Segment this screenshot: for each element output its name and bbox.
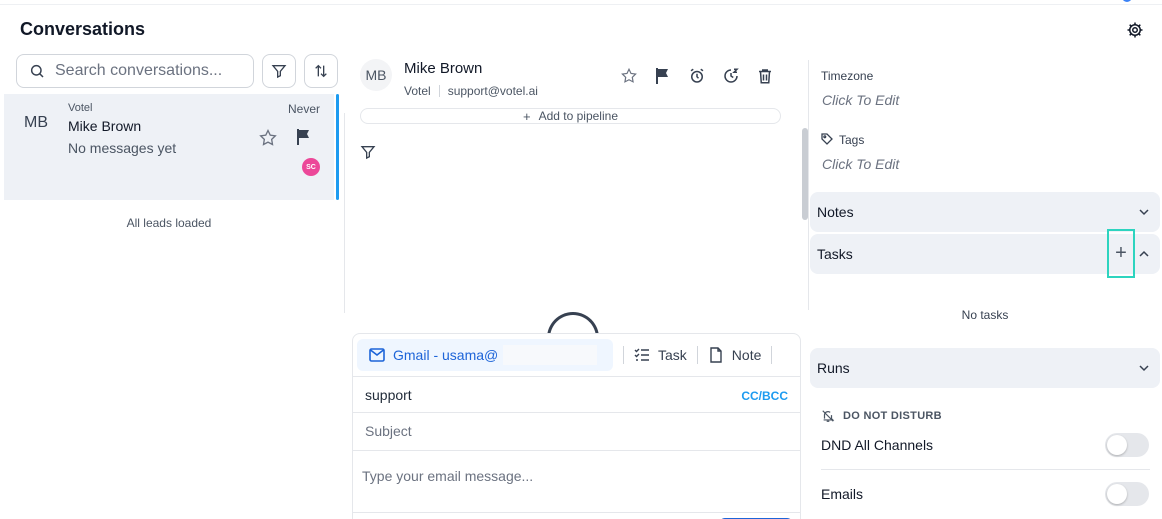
timezone-label: Timezone bbox=[821, 69, 874, 83]
contact-avatar: MB bbox=[360, 59, 392, 91]
no-tasks-text: No tasks bbox=[961, 308, 1009, 322]
tab-task[interactable]: Task bbox=[634, 347, 687, 363]
section-runs-label: Runs bbox=[817, 360, 850, 376]
bell-off-icon bbox=[822, 410, 835, 422]
add-to-pipeline-button[interactable]: + Add to pipeline bbox=[360, 108, 781, 124]
section-notes[interactable]: Notes bbox=[810, 192, 1160, 232]
plus-icon: + bbox=[523, 108, 531, 124]
row-divider bbox=[821, 469, 1150, 470]
search-icon bbox=[30, 64, 44, 78]
note-icon bbox=[710, 347, 722, 363]
conversation-name: Mike Brown bbox=[68, 118, 142, 134]
column-divider bbox=[344, 113, 345, 313]
message-composer: Gmail - usama@ Task Note support CC/BCC bbox=[352, 333, 801, 519]
conversation-time: Never bbox=[287, 102, 320, 116]
composer-tabs: Gmail - usama@ Task Note bbox=[357, 339, 782, 371]
tags-value[interactable]: Click To Edit bbox=[822, 156, 899, 172]
snooze-icon[interactable] bbox=[721, 66, 741, 86]
tab-gmail-label: Gmail - usama@ bbox=[393, 347, 499, 363]
assignee-badge: SC bbox=[302, 158, 320, 176]
toggle-knob bbox=[1107, 435, 1127, 455]
tags-label: Tags bbox=[839, 133, 865, 147]
message-input[interactable] bbox=[362, 468, 782, 484]
filter-button[interactable] bbox=[262, 54, 296, 88]
conversation-item[interactable]: MB Votel Mike Brown No messages yet Neve… bbox=[4, 94, 339, 200]
cc-bcc-link[interactable]: CC/BCC bbox=[741, 389, 788, 403]
task-list-icon bbox=[634, 348, 649, 361]
section-notes-label: Notes bbox=[817, 204, 854, 220]
redacted-email bbox=[503, 345, 597, 365]
add-task-button[interactable]: + bbox=[1107, 229, 1135, 278]
separator bbox=[438, 85, 440, 97]
flag-icon[interactable] bbox=[653, 66, 673, 86]
separator bbox=[771, 346, 773, 364]
chevron-down-icon bbox=[1139, 209, 1149, 216]
dnd-all-channels-label: DND All Channels bbox=[821, 437, 934, 453]
tag-icon bbox=[821, 133, 833, 145]
chevron-down-icon bbox=[1139, 365, 1149, 372]
star-icon[interactable] bbox=[258, 128, 278, 148]
dnd-emails-toggle[interactable] bbox=[1105, 482, 1149, 506]
subject-row bbox=[353, 412, 800, 450]
list-footer: All leads loaded bbox=[126, 216, 212, 230]
conversation-preview: No messages yet bbox=[68, 140, 177, 156]
timezone-value[interactable]: Click To Edit bbox=[822, 92, 899, 108]
composer-footer bbox=[353, 512, 800, 519]
search-input[interactable] bbox=[55, 62, 255, 80]
separator bbox=[623, 346, 624, 364]
alarm-clock-icon[interactable] bbox=[687, 66, 707, 86]
contact-email: support@votel.ai bbox=[447, 84, 538, 98]
contact-meta: Votel support@votel.ai bbox=[404, 84, 538, 98]
dnd-emails-label: Emails bbox=[821, 486, 864, 502]
to-field[interactable]: support CC/BCC bbox=[353, 376, 800, 412]
filter-icon bbox=[271, 65, 287, 79]
contact-name: Mike Brown bbox=[404, 60, 483, 77]
mail-icon bbox=[369, 348, 385, 362]
dnd-all-channels-toggle[interactable] bbox=[1105, 433, 1149, 457]
page-title: Conversations bbox=[20, 19, 146, 39]
sort-button[interactable] bbox=[304, 54, 338, 88]
dnd-header: DO NOT DISTURB bbox=[821, 409, 942, 423]
top-strip bbox=[0, 0, 1162, 5]
section-runs[interactable]: Runs bbox=[810, 348, 1160, 388]
conversation-company: Votel bbox=[68, 102, 93, 114]
trash-icon[interactable] bbox=[755, 66, 775, 86]
tab-task-label: Task bbox=[658, 347, 687, 363]
add-to-pipeline-label: Add to pipeline bbox=[538, 109, 618, 123]
selection-indicator bbox=[336, 94, 339, 200]
gear-icon[interactable] bbox=[1126, 21, 1144, 39]
to-value: support bbox=[365, 386, 412, 403]
dnd-header-label: DO NOT DISTURB bbox=[843, 410, 942, 422]
tab-note-label: Note bbox=[731, 347, 762, 363]
filter-icon[interactable] bbox=[360, 144, 376, 160]
tab-gmail[interactable]: Gmail - usama@ bbox=[357, 339, 613, 371]
section-tasks-label: Tasks bbox=[817, 246, 853, 262]
notification-dot bbox=[1122, 0, 1132, 2]
tab-note[interactable]: Note bbox=[708, 347, 762, 363]
avatar: MB bbox=[24, 114, 48, 131]
contact-company: Votel bbox=[404, 84, 431, 98]
message-row bbox=[353, 450, 800, 512]
flag-icon[interactable] bbox=[296, 128, 312, 146]
separator bbox=[696, 346, 698, 364]
search-box[interactable] bbox=[16, 54, 255, 88]
subject-input[interactable] bbox=[365, 423, 785, 439]
chevron-up-icon bbox=[1139, 250, 1149, 257]
toggle-knob bbox=[1107, 484, 1127, 504]
star-icon[interactable] bbox=[619, 66, 639, 86]
column-divider bbox=[808, 60, 809, 310]
sort-arrows-icon bbox=[315, 64, 327, 78]
scrollbar[interactable] bbox=[802, 128, 808, 220]
